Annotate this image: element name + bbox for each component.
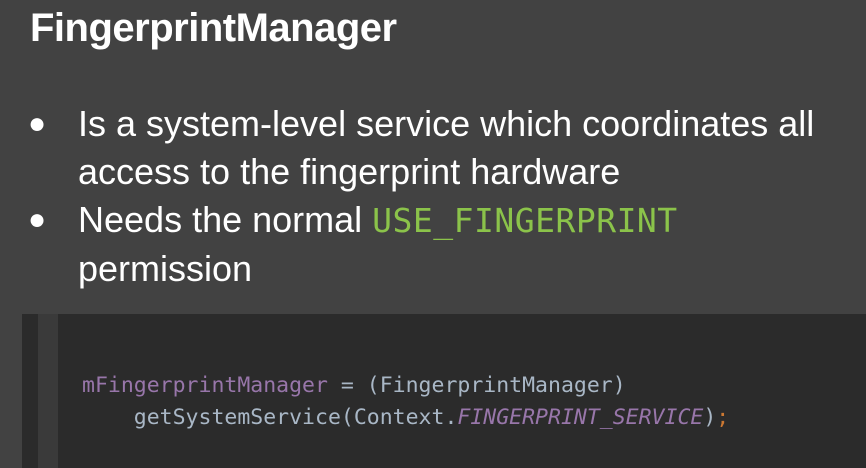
bullet-dot-icon: ●: [28, 107, 47, 140]
inline-code-permission: USE_FINGERPRINT: [372, 201, 678, 240]
code-semicolon: ;: [716, 405, 730, 430]
code-constant: FINGERPRINT_SERVICE: [457, 405, 704, 430]
code-close-paren: ): [703, 405, 717, 430]
bullet-list: ● Is a system-level service which coordi…: [28, 100, 858, 293]
code-block-gutter-bar: [38, 314, 58, 468]
code-block: mFingerprintManager = (FingerprintManage…: [22, 314, 866, 468]
bullet-dot-icon: ●: [28, 203, 47, 236]
code-variable: mFingerprintManager: [82, 373, 328, 398]
code-snippet: mFingerprintManager = (FingerprintManage…: [82, 370, 729, 434]
slide: FingerprintManager ● Is a system-level s…: [0, 0, 866, 468]
code-call: getSystemService(Context.: [133, 405, 458, 430]
bullet-text-after: permission: [78, 248, 253, 289]
bullet-item-permission: ● Needs the normal USE_FINGERPRINT permi…: [28, 196, 858, 293]
bullet-item-system-service: ● Is a system-level service which coordi…: [28, 100, 858, 196]
bullet-text: Is a system-level service which coordina…: [78, 103, 815, 192]
bullet-text: Needs the normal USE_FINGERPRINT permiss…: [78, 196, 858, 293]
code-assignment: = (FingerprintManager): [327, 373, 626, 398]
bullet-text-before: Needs the normal: [78, 199, 373, 240]
slide-title: FingerprintManager: [30, 6, 397, 50]
